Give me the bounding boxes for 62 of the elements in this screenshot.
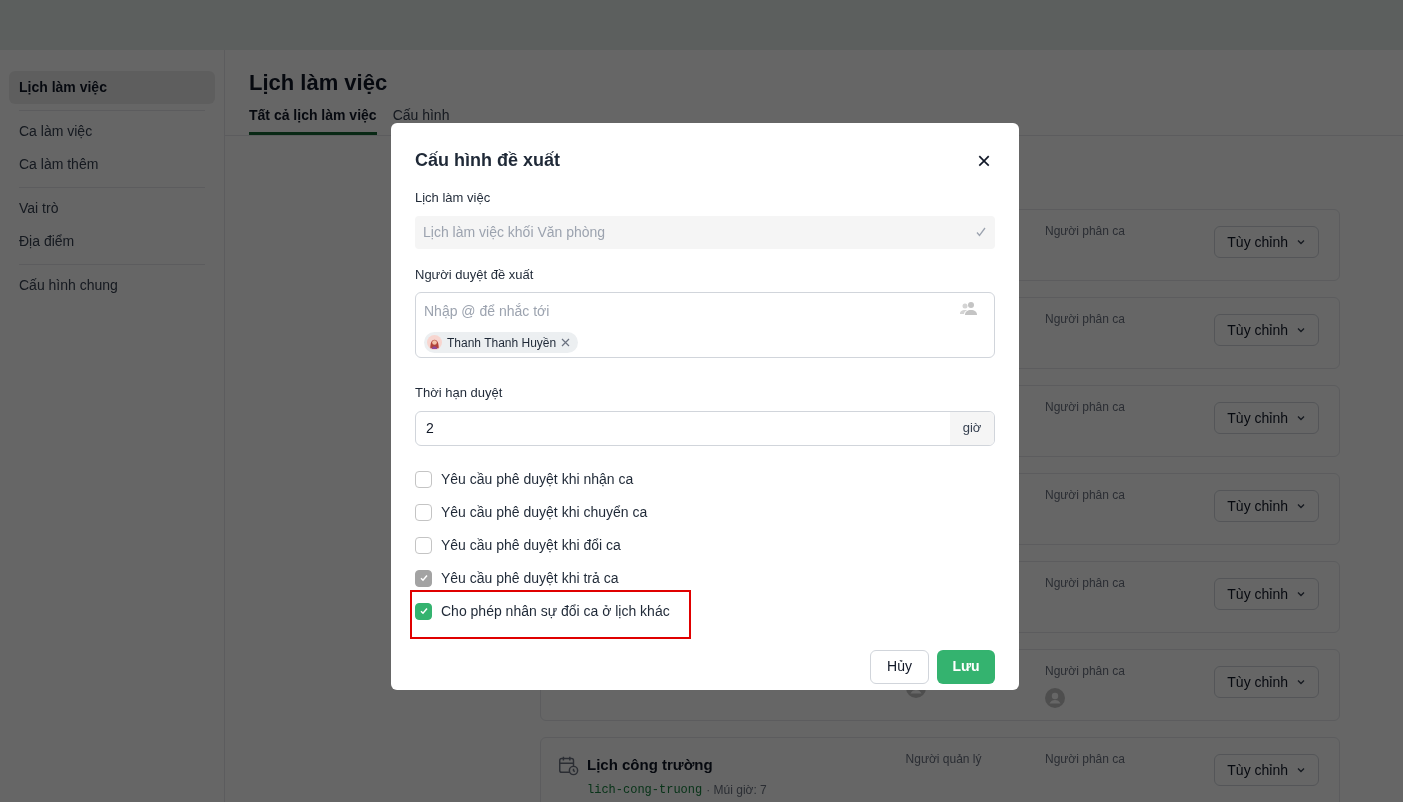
person-avatar-icon <box>427 335 442 350</box>
checkbox[interactable] <box>415 470 432 488</box>
chevron-down-icon <box>1296 325 1306 335</box>
chevron-down-icon <box>1296 589 1306 599</box>
assigner-label: Người phân ca <box>1045 487 1126 504</box>
field-label: Thời hạn duyệt <box>415 384 504 402</box>
sidebar-item[interactable]: Cấu hình chung <box>9 269 215 302</box>
check-icon <box>418 573 429 583</box>
checkbox[interactable] <box>415 602 432 620</box>
option-label: Yêu cầu phê duyệt khi chuyển ca <box>441 503 648 521</box>
customize-button[interactable]: Tùy chỉnh <box>1214 226 1319 258</box>
option-label: Yêu cầu phê duyệt khi trả ca <box>441 569 619 587</box>
page-title: Lịch làm việc <box>249 69 389 97</box>
check-icon <box>418 606 429 616</box>
users-icon <box>960 301 978 315</box>
chevron-down-icon <box>1296 677 1306 687</box>
option-label: Cho phép nhân sự đổi ca ở lịch khác <box>441 602 670 620</box>
chip-name: Thanh Thanh Huyền <box>447 334 557 352</box>
customize-button[interactable]: Tùy chỉnh <box>1214 578 1319 610</box>
customize-button[interactable]: Tùy chỉnh <box>1214 490 1319 522</box>
schedule-title: Lịch công trường <box>587 755 714 775</box>
assigner-label: Người phân ca <box>1045 223 1126 240</box>
checkbox[interactable] <box>415 503 432 521</box>
remove-icon[interactable] <box>561 338 571 347</box>
check-icon <box>975 226 987 238</box>
mention-field[interactable]: Nhập @ để nhắc tới Thanh Thanh Huyền <box>415 292 995 358</box>
chevron-down-icon <box>1296 237 1306 247</box>
field-label: Người duyệt đề xuất <box>415 265 535 284</box>
customize-button[interactable]: Tùy chỉnh <box>1214 314 1319 346</box>
checkbox[interactable] <box>415 536 432 554</box>
chevron-down-icon <box>1296 413 1306 423</box>
sidebar-item[interactable]: Ca làm việc <box>9 115 215 148</box>
assigner-label: Người phân ca <box>1045 663 1126 680</box>
customize-button[interactable]: Tùy chỉnh <box>1214 666 1319 698</box>
customize-button[interactable]: Tùy chỉnh <box>1214 402 1319 434</box>
hours-input[interactable]: 2 <box>416 411 950 445</box>
dialog-title: Cấu hình đề xuất <box>415 149 560 172</box>
save-button[interactable]: Lưu <box>937 649 995 684</box>
deadline-field[interactable]: 2 giờ <box>415 410 995 446</box>
calendar-clock-icon <box>557 754 579 776</box>
schedule-slug: lich-cong-truong <box>587 781 703 799</box>
customize-button[interactable]: Tùy chỉnh <box>1214 754 1319 786</box>
assigner-label: Người phân ca <box>1045 751 1126 768</box>
assigner-label: Người phân ca <box>1045 575 1126 592</box>
sidebar-item[interactable]: Lịch làm việc <box>9 71 215 104</box>
chevron-down-icon <box>1296 765 1306 775</box>
close-button[interactable]: × <box>977 148 991 173</box>
option-label: Yêu cầu phê duyệt khi nhận ca <box>441 470 634 488</box>
cancel-button[interactable]: Hủy <box>870 649 929 684</box>
timezone-text: · Múi giờ: 7 <box>706 781 767 799</box>
unit-label: giờ <box>950 411 994 445</box>
tab[interactable]: Tất cả lịch làm việc <box>249 105 377 135</box>
option-label: Yêu cầu phê duyệt khi đổi ca <box>441 536 621 554</box>
sidebar-item[interactable]: Ca làm thêm <box>9 148 215 181</box>
sidebar-item[interactable]: Vai trò <box>9 192 215 225</box>
assigner-label: Người phân ca <box>1045 311 1126 328</box>
mention-input[interactable]: Nhập @ để nhắc tới <box>424 301 924 322</box>
chevron-down-icon <box>1296 501 1306 511</box>
manager-label: Người quản lý <box>905 751 983 768</box>
field-label: Lịch làm việc <box>415 189 492 207</box>
assigner-label: Người phân ca <box>1045 399 1126 416</box>
sidebar-item[interactable]: Địa điểm <box>9 225 215 258</box>
